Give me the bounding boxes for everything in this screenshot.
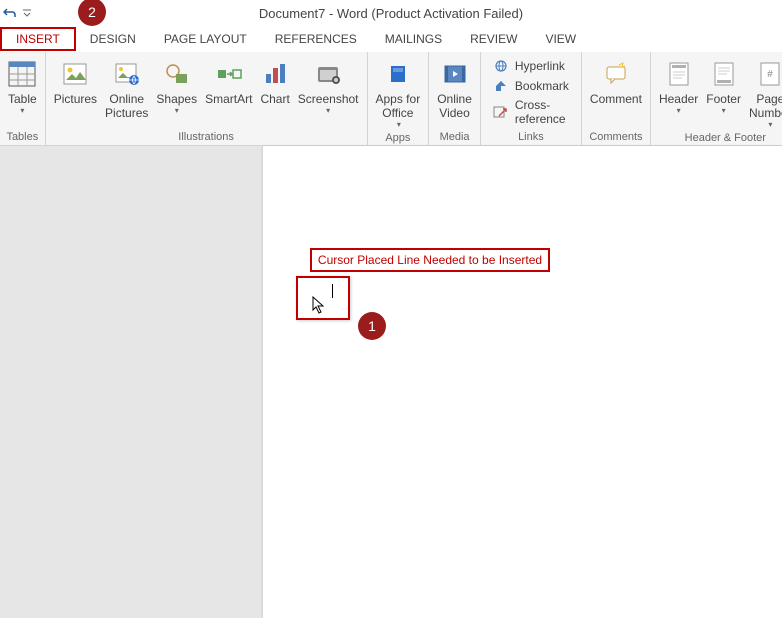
quick-access-toolbar <box>0 5 32 21</box>
footer-icon <box>713 57 735 91</box>
apps-icon <box>385 57 411 91</box>
cross-reference-button[interactable]: Cross-reference <box>491 97 571 127</box>
page-number-label: Page Number <box>749 92 782 120</box>
svg-text:#: # <box>768 69 774 80</box>
header-button[interactable]: Header ▾ <box>655 55 702 117</box>
ribbon-tabs: INSERT DESIGN PAGE LAYOUT REFERENCES MAI… <box>0 26 782 52</box>
workspace <box>0 146 782 618</box>
tab-mailings[interactable]: MAILINGS <box>371 27 456 51</box>
apps-label: Apps for Office <box>376 92 421 120</box>
group-media: Online Video Media <box>429 52 481 145</box>
footer-button[interactable]: Footer ▾ <box>702 55 745 117</box>
group-header-footer: Header ▾ Footer ▾ # Page Number ▾ Header… <box>651 52 782 145</box>
tab-design[interactable]: DESIGN <box>76 27 150 51</box>
group-label-apps: Apps <box>368 131 429 146</box>
titlebar: Document7 - Word (Product Activation Fai… <box>0 0 782 26</box>
group-tables: Table ▾ Tables <box>0 52 46 145</box>
annotation-cursor-label: Cursor Placed Line Needed to be Inserted <box>310 248 550 272</box>
apps-for-office-button[interactable]: Apps for Office ▾ <box>372 55 425 131</box>
tab-review[interactable]: REVIEW <box>456 27 531 51</box>
comment-button[interactable]: Comment <box>586 55 646 108</box>
tab-insert[interactable]: INSERT <box>0 27 76 51</box>
bookmark-button[interactable]: Bookmark <box>491 77 571 95</box>
shapes-icon <box>164 57 190 91</box>
header-label: Header <box>659 92 698 106</box>
online-pictures-button[interactable]: Online Pictures <box>101 55 152 122</box>
text-caret <box>332 284 333 298</box>
tab-references[interactable]: REFERENCES <box>261 27 371 51</box>
group-illustrations: Pictures Online Pictures Shapes ▾ SmartA… <box>46 52 368 145</box>
pictures-button[interactable]: Pictures <box>50 55 101 108</box>
chevron-down-icon: ▾ <box>722 106 726 115</box>
screenshot-icon <box>315 57 341 91</box>
table-button[interactable]: Table ▾ <box>4 55 41 117</box>
ribbon: Table ▾ Tables Pictures Online Pictures … <box>0 52 782 146</box>
window-title: Document7 - Word (Product Activation Fai… <box>259 6 523 21</box>
group-label-illustrations: Illustrations <box>46 130 367 145</box>
hyperlink-button[interactable]: Hyperlink <box>491 57 571 75</box>
mouse-cursor-icon <box>312 296 326 314</box>
chart-icon <box>263 57 287 91</box>
group-label-tables: Tables <box>0 130 45 145</box>
group-apps: Apps for Office ▾ Apps <box>368 52 430 145</box>
chevron-down-icon: ▾ <box>677 106 681 115</box>
screenshot-button[interactable]: Screenshot ▾ <box>294 55 363 117</box>
table-icon <box>8 57 36 91</box>
video-icon <box>442 57 468 91</box>
group-label-comments: Comments <box>582 130 650 145</box>
chevron-down-icon: ▾ <box>768 120 772 129</box>
comment-label: Comment <box>590 92 642 106</box>
hyperlink-label: Hyperlink <box>515 59 565 73</box>
chart-button[interactable]: Chart <box>256 55 293 108</box>
undo-icon[interactable] <box>2 5 18 21</box>
bookmark-icon <box>493 78 509 94</box>
chevron-down-icon: ▾ <box>20 106 24 115</box>
video-label: Online Video <box>437 92 472 120</box>
chevron-down-icon: ▾ <box>326 106 330 115</box>
header-icon <box>668 57 690 91</box>
smartart-icon <box>216 57 242 91</box>
group-label-links: Links <box>481 130 581 145</box>
tab-page-layout[interactable]: PAGE LAYOUT <box>150 27 261 51</box>
comment-icon <box>603 57 629 91</box>
pictures-icon <box>62 57 88 91</box>
smartart-button[interactable]: SmartArt <box>201 55 256 108</box>
group-label-media: Media <box>429 130 480 145</box>
shapes-button[interactable]: Shapes ▾ <box>152 55 201 117</box>
footer-label: Footer <box>706 92 741 106</box>
chevron-down-icon: ▾ <box>397 120 401 129</box>
document-page[interactable] <box>263 146 782 618</box>
cross-reference-label: Cross-reference <box>515 98 569 126</box>
smartart-label: SmartArt <box>205 92 252 106</box>
group-comments: Comment Comments <box>582 52 651 145</box>
chart-label: Chart <box>260 92 289 106</box>
shapes-label: Shapes <box>156 92 197 106</box>
qat-dropdown-icon[interactable] <box>22 6 32 20</box>
hyperlink-icon <box>493 58 509 74</box>
tab-view[interactable]: VIEW <box>531 27 590 51</box>
chevron-down-icon: ▾ <box>175 106 179 115</box>
pictures-label: Pictures <box>54 92 97 106</box>
page-number-icon: # <box>759 57 781 91</box>
table-label: Table <box>8 92 37 106</box>
bookmark-label: Bookmark <box>515 79 569 93</box>
online-pictures-label: Online Pictures <box>105 92 148 120</box>
online-pictures-icon <box>114 57 140 91</box>
annotation-badge-1: 1 <box>358 312 386 340</box>
annotation-cursor-box <box>296 276 350 320</box>
group-links: Hyperlink Bookmark Cross-reference Links <box>481 52 582 145</box>
page-number-button[interactable]: # Page Number ▾ <box>745 55 782 131</box>
group-label-header-footer: Header & Footer <box>651 131 782 146</box>
screenshot-label: Screenshot <box>298 92 359 106</box>
online-video-button[interactable]: Online Video <box>433 55 476 122</box>
cross-reference-icon <box>493 104 509 120</box>
